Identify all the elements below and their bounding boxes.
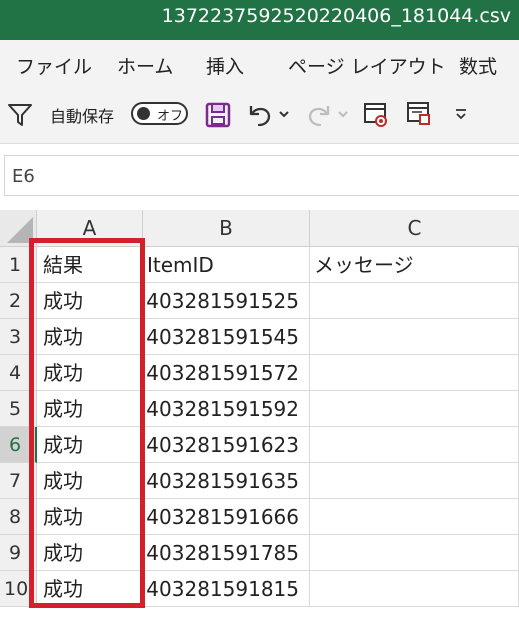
- cell-b5[interactable]: 403281591592: [143, 391, 310, 427]
- cell-a1[interactable]: 結果: [37, 247, 143, 283]
- cell-a7[interactable]: 成功: [37, 463, 143, 499]
- cell-c3[interactable]: [310, 319, 519, 355]
- autosave-label: 自動保存: [50, 107, 115, 126]
- tab-file[interactable]: ファイル: [16, 52, 92, 79]
- column-header-c[interactable]: C: [310, 210, 519, 247]
- undo-dropdown-icon[interactable]: [278, 110, 290, 120]
- row-header[interactable]: 2: [0, 283, 37, 319]
- title-bar: 1372237592520220406_181044.csv: [0, 0, 519, 40]
- autosave-state: オフ: [157, 109, 184, 124]
- cell-c7[interactable]: [310, 463, 519, 499]
- cell-c5[interactable]: [310, 391, 519, 427]
- row-header[interactable]: 8: [0, 499, 37, 535]
- cell-b6[interactable]: 403281591623: [143, 427, 310, 463]
- cell-c6[interactable]: [310, 427, 519, 463]
- row-header[interactable]: 3: [0, 319, 37, 355]
- toggle-knob: [137, 107, 150, 120]
- print-area-icon[interactable]: [405, 100, 433, 128]
- cell-a4[interactable]: 成功: [37, 355, 143, 391]
- row-header[interactable]: 7: [0, 463, 37, 499]
- window-title: 1372237592520220406_181044.csv: [161, 5, 511, 27]
- cell-b4[interactable]: 403281591572: [143, 355, 310, 391]
- column-header-a[interactable]: A: [37, 210, 143, 247]
- row-header[interactable]: 5: [0, 391, 37, 427]
- name-box-value: E6: [12, 166, 35, 187]
- cell-b3[interactable]: 403281591545: [143, 319, 310, 355]
- undo-icon[interactable]: [246, 101, 274, 129]
- autosave-toggle[interactable]: オフ: [131, 102, 188, 125]
- cell-c1[interactable]: メッセージ: [310, 247, 519, 283]
- print-preview-icon[interactable]: [362, 100, 390, 128]
- cell-a10[interactable]: 成功: [37, 571, 143, 607]
- tab-formulas[interactable]: 数式: [459, 52, 497, 79]
- cell-a3[interactable]: 成功: [37, 319, 143, 355]
- customize-toolbar-icon[interactable]: [453, 107, 469, 121]
- select-all-corner[interactable]: [0, 210, 37, 247]
- cell-b8[interactable]: 403281591666: [143, 499, 310, 535]
- cell-a2[interactable]: 成功: [37, 283, 143, 319]
- column-header-b[interactable]: B: [143, 210, 310, 247]
- redo-dropdown-icon[interactable]: [337, 110, 349, 120]
- row-header[interactable]: 10: [0, 571, 37, 607]
- cell-a6[interactable]: 成功: [37, 427, 143, 463]
- cell-b1[interactable]: ItemID: [143, 247, 310, 283]
- cell-a5[interactable]: 成功: [37, 391, 143, 427]
- row-header-active[interactable]: 6: [0, 427, 37, 463]
- tab-home[interactable]: ホーム: [117, 52, 173, 79]
- quick-access-toolbar: 自動保存 オフ: [0, 86, 519, 144]
- name-box[interactable]: E6: [4, 155, 519, 196]
- save-icon[interactable]: [205, 102, 231, 128]
- tab-insert[interactable]: 挿入: [206, 52, 244, 79]
- tab-page-layout[interactable]: ページ レイアウト: [288, 52, 446, 79]
- row-header[interactable]: 1: [0, 247, 37, 283]
- cell-c8[interactable]: [310, 499, 519, 535]
- row-header[interactable]: 9: [0, 535, 37, 571]
- cell-c2[interactable]: [310, 283, 519, 319]
- cell-a9[interactable]: 成功: [37, 535, 143, 571]
- cell-c4[interactable]: [310, 355, 519, 391]
- cell-c10[interactable]: [310, 571, 519, 607]
- cell-a8[interactable]: 成功: [37, 499, 143, 535]
- spreadsheet-grid: A B C 1 結果 ItemID メッセージ 2 成功 40328159152…: [0, 210, 519, 620]
- redo-icon[interactable]: [305, 101, 333, 129]
- cell-b10[interactable]: 403281591815: [143, 571, 310, 607]
- cell-b2[interactable]: 403281591525: [143, 283, 310, 319]
- cell-b9[interactable]: 403281591785: [143, 535, 310, 571]
- row-header[interactable]: 4: [0, 355, 37, 391]
- ribbon-tabs: ファイル ホーム 挿入 ページ レイアウト 数式: [0, 40, 519, 86]
- filter-icon[interactable]: [7, 102, 33, 128]
- cell-b7[interactable]: 403281591635: [143, 463, 310, 499]
- cell-c9[interactable]: [310, 535, 519, 571]
